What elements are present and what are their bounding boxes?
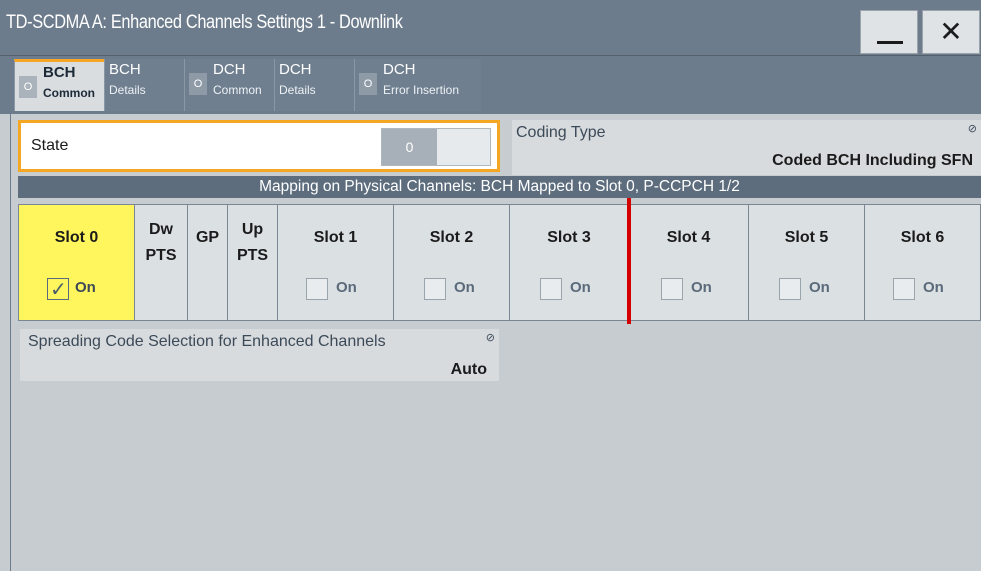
coding-type-label: Coding Type <box>516 124 606 141</box>
close-button[interactable]: ✕ <box>922 10 980 54</box>
slot-4[interactable]: Slot 4 On <box>629 205 749 320</box>
state-toggle[interactable]: 0 <box>381 128 491 166</box>
state-field: State 0 <box>18 120 500 172</box>
tab-sublabel: Details <box>279 83 316 97</box>
tab-dch-common[interactable]: O DCH Common <box>184 59 274 111</box>
slot-3-checkbox[interactable] <box>540 278 562 300</box>
slot-on-label: On <box>454 279 475 296</box>
slot-title: Slot 6 <box>900 229 945 246</box>
uppts-line2: PTS <box>236 247 269 264</box>
coding-type-value: Coded BCH Including SFN <box>772 152 973 169</box>
slot-on-label: On <box>75 279 96 296</box>
checkmark-icon: ✓ <box>50 279 67 301</box>
tab-sublabel: Details <box>109 83 146 97</box>
mapping-banner: Mapping on Physical Channels: BCH Mapped… <box>18 176 981 198</box>
slot-title: Slot 2 <box>429 229 474 246</box>
spreading-code-value: Auto <box>450 361 487 378</box>
slot-on-label: On <box>336 279 357 296</box>
slot-on-label: On <box>923 279 944 296</box>
tab-strip: O BCH Common BCH Details O DCH Common DC… <box>0 56 981 114</box>
tab-label: DCH <box>383 61 416 78</box>
gp-label: GP <box>195 229 220 246</box>
uppts-line1: Up <box>241 221 264 238</box>
gp-cell: GP <box>188 205 228 320</box>
tab-radio-icon: O <box>19 76 37 98</box>
dwpts-cell: Dw PTS <box>135 205 188 320</box>
tab-sublabel: Common <box>43 86 95 100</box>
slot-1[interactable]: Slot 1 On <box>278 205 394 320</box>
slot-4-checkbox[interactable] <box>661 278 683 300</box>
spreading-code-label: Spreading Code Selection for Enhanced Ch… <box>28 333 386 350</box>
slot-on-label: On <box>691 279 712 296</box>
slot-5[interactable]: Slot 5 On <box>749 205 865 320</box>
switch-point-marker[interactable] <box>627 198 631 324</box>
dwpts-line2: PTS <box>145 247 177 264</box>
minimize-button[interactable] <box>860 10 918 54</box>
slot-on-label: On <box>809 279 830 296</box>
state-toggle-knob: 0 <box>382 129 437 165</box>
spreading-code-field[interactable]: Spreading Code Selection for Enhanced Ch… <box>20 329 499 381</box>
slot-5-checkbox[interactable] <box>779 278 801 300</box>
slot-2-checkbox[interactable] <box>424 278 446 300</box>
slot-0[interactable]: Slot 0 ✓ On <box>19 205 135 320</box>
slot-title: Slot 3 <box>547 229 591 246</box>
tab-label: DCH <box>279 61 312 78</box>
slot-2[interactable]: Slot 2 On <box>394 205 510 320</box>
minimize-icon <box>877 41 903 44</box>
tab-radio-icon: O <box>189 73 207 95</box>
coding-type-field[interactable]: Coding Type ⊘ Coded BCH Including SFN <box>512 120 981 175</box>
state-label: State <box>31 137 69 154</box>
close-icon: ✕ <box>939 16 963 47</box>
tab-bch-details[interactable]: BCH Details <box>104 59 184 111</box>
slot-title: Slot 1 <box>313 229 358 246</box>
slot-grid: Slot 0 ✓ On Dw PTS GP Up PTS Slot 1 On S… <box>18 204 981 321</box>
tab-label: DCH <box>213 61 246 78</box>
dwpts-line1: Dw <box>149 221 173 238</box>
slot-3[interactable]: Slot 3 On <box>510 205 629 320</box>
window-title: TD-SCDMA A: Enhanced Channels Settings 1… <box>6 12 403 33</box>
slot-1-checkbox[interactable] <box>306 278 328 300</box>
tab-sublabel: Common <box>213 83 262 97</box>
tab-radio-icon: O <box>359 73 377 95</box>
tab-bch-common[interactable]: O BCH Common <box>14 59 104 111</box>
slot-6[interactable]: Slot 6 On <box>865 205 980 320</box>
tab-dch-error-insertion[interactable]: O DCH Error Insertion <box>354 59 481 111</box>
slot-title: Slot 4 <box>666 229 711 246</box>
slot-title: Slot 0 <box>54 229 99 246</box>
read-only-icon: ⊘ <box>967 123 977 135</box>
slot-0-checkbox[interactable]: ✓ <box>47 278 69 301</box>
tab-dch-details[interactable]: DCH Details <box>274 59 354 111</box>
tab-sublabel: Error Insertion <box>383 83 460 97</box>
read-only-icon: ⊘ <box>485 332 495 344</box>
slot-title: Slot 5 <box>784 229 829 246</box>
title-bar: TD-SCDMA A: Enhanced Channels Settings 1… <box>0 0 981 56</box>
slot-on-label: On <box>570 279 591 296</box>
tab-label: BCH <box>109 61 141 78</box>
tab-label: BCH <box>43 64 76 81</box>
uppts-cell: Up PTS <box>228 205 278 320</box>
slot-6-checkbox[interactable] <box>893 278 915 300</box>
